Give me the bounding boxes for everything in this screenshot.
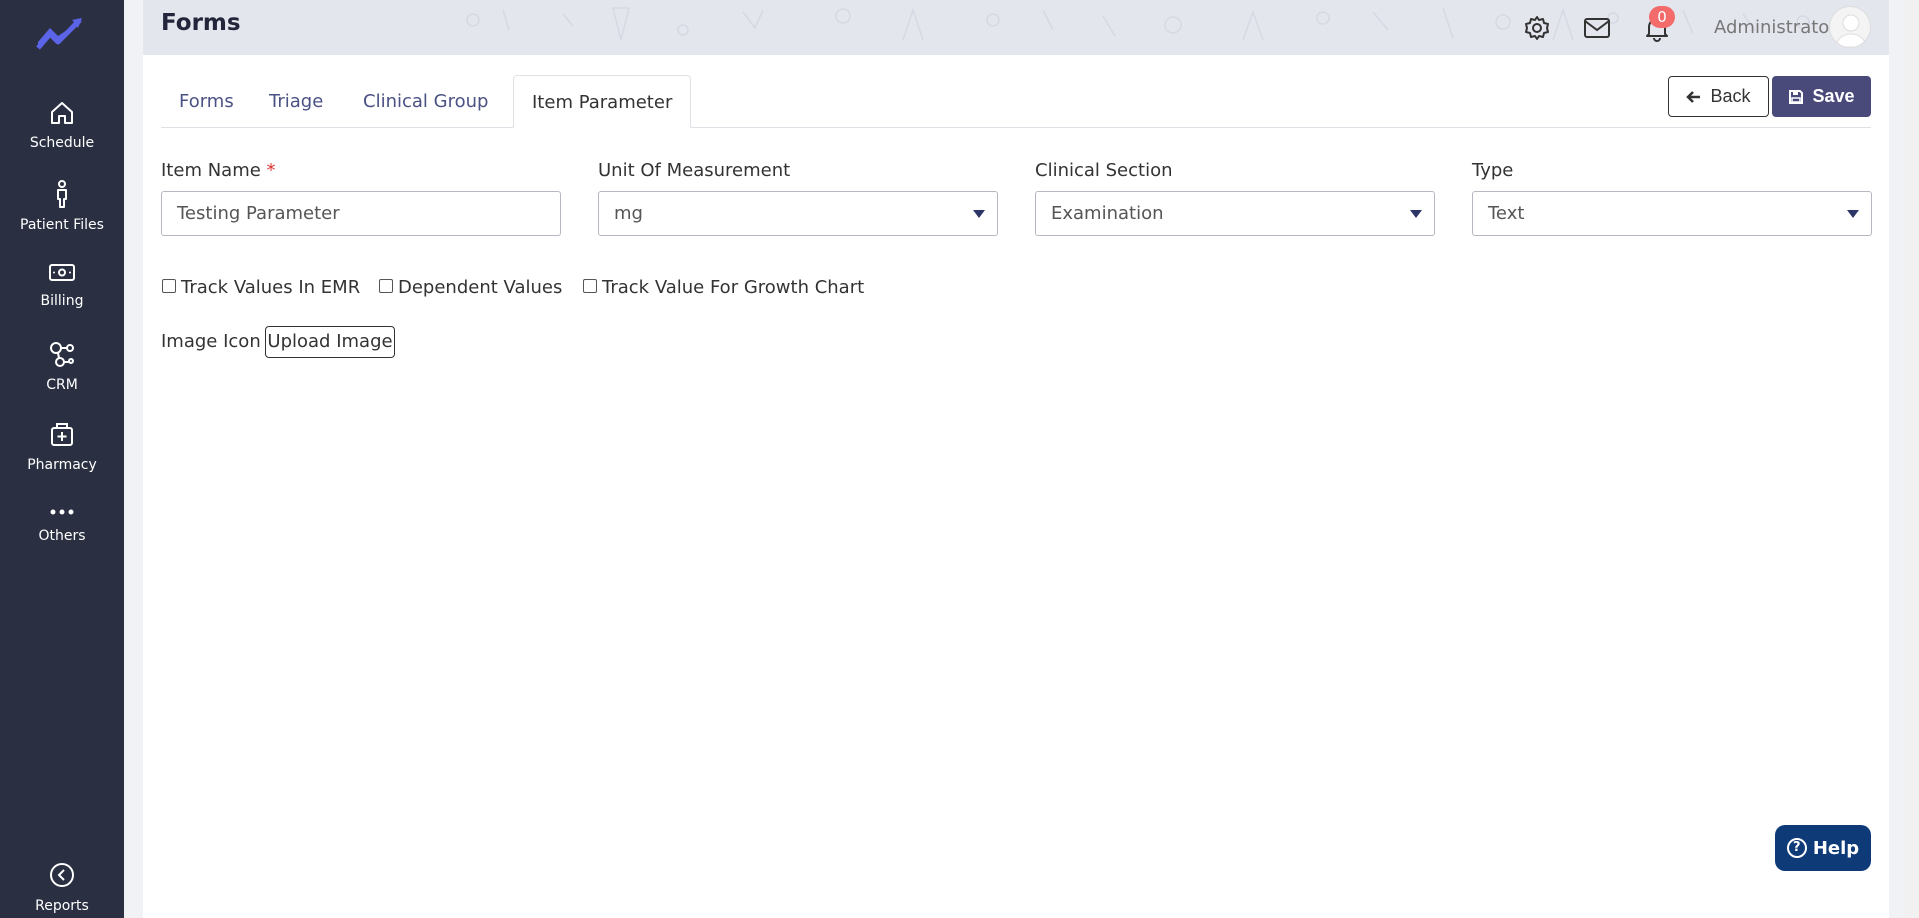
sidebar-item-pharmacy[interactable]: Pharmacy (0, 420, 124, 473)
sidebar-item-label: Patient Files (20, 217, 104, 233)
clinical-section-label: Clinical Section (1035, 160, 1173, 181)
gear-icon[interactable] (1523, 14, 1551, 42)
home-icon (51, 102, 73, 124)
clinical-section-value: Examination (1051, 203, 1164, 224)
dots-icon (50, 509, 74, 515)
back-button-label: Back (1710, 86, 1751, 106)
sidebar-item-label: Schedule (29, 135, 95, 151)
checkbox-label: Dependent Values (398, 277, 563, 298)
chevron-down-icon (973, 210, 985, 218)
checkbox-box[interactable] (379, 278, 393, 293)
money-icon (49, 264, 75, 281)
type-value: Text (1488, 203, 1525, 224)
arrow-left-icon (1686, 90, 1701, 103)
item-name-label-text: Item Name (161, 160, 261, 181)
pharmacy-icon (51, 423, 73, 446)
back-button[interactable]: Back (1668, 76, 1769, 117)
type-select[interactable]: Text (1472, 191, 1872, 236)
save-button-label: Save (1812, 86, 1855, 106)
sidebar-item-crm[interactable]: CRM (0, 340, 124, 393)
floppy-disk-icon (1789, 89, 1804, 104)
top-bar: Forms 0 Administrator (143, 0, 1889, 55)
network-icon (50, 342, 74, 367)
sidebar-item-label: Others (38, 528, 86, 544)
checkbox-label: Track Value For Growth Chart (602, 277, 865, 298)
main-panel: Forms 0 Administrator Forms Triage Clini… (143, 0, 1889, 918)
chevron-left-circle-icon (50, 863, 74, 887)
sidebar-item-schedule[interactable]: Schedule (0, 100, 124, 151)
user-avatar-icon (1835, 14, 1867, 47)
mail-icon[interactable] (1583, 14, 1611, 42)
chevron-down-icon (1410, 210, 1422, 218)
unit-of-measurement-label: Unit Of Measurement (598, 160, 791, 181)
sidebar-item-label: Reports (35, 898, 89, 914)
track-values-emr-checkbox[interactable]: Track Values In EMR (162, 277, 360, 298)
sidebar-item-reports[interactable]: Reports (0, 861, 124, 914)
sidebar-item-label: Pharmacy (27, 457, 97, 473)
scrollbar[interactable] (1903, 0, 1919, 918)
sidebar-item-patient-files[interactable]: Patient Files (0, 180, 124, 233)
item-name-input[interactable]: Testing Parameter (161, 191, 561, 236)
save-button[interactable]: Save (1772, 76, 1871, 117)
checkbox-box[interactable] (583, 278, 597, 293)
chevron-down-icon (1847, 210, 1859, 218)
notification-badge: 0 (1649, 6, 1675, 28)
tab-forms[interactable]: Forms (161, 75, 252, 128)
help-button-label: Help (1812, 837, 1860, 859)
image-icon-label: Image Icon (161, 331, 261, 352)
avatar[interactable] (1829, 6, 1871, 48)
track-growth-chart-checkbox[interactable]: Track Value For Growth Chart (583, 277, 864, 298)
question-icon: ? (1786, 838, 1807, 858)
tab-item-parameter[interactable]: Item Parameter (513, 75, 692, 128)
upload-image-button[interactable]: Upload Image (265, 326, 395, 358)
sidebar-item-others[interactable]: Others (0, 505, 124, 544)
sidebar: Schedule Patient Files Billing CRM Pharm… (0, 0, 124, 918)
person-icon (57, 180, 67, 208)
unit-of-measurement-select[interactable]: mg (598, 191, 998, 236)
user-name[interactable]: Administrator (1714, 17, 1837, 38)
tab-triage[interactable]: Triage (251, 75, 341, 128)
app-logo-icon[interactable] (36, 14, 86, 54)
sidebar-item-billing[interactable]: Billing (0, 262, 124, 309)
tab-bar: Forms Triage Clinical Group Item Paramet… (161, 75, 1871, 128)
sidebar-item-label: CRM (46, 377, 78, 393)
help-button[interactable]: ? Help (1775, 825, 1871, 871)
unit-of-measurement-value: mg (614, 203, 643, 224)
tab-clinical-group[interactable]: Clinical Group (345, 75, 506, 128)
sidebar-item-label: Billing (40, 293, 84, 309)
type-label: Type (1472, 160, 1514, 181)
page-title: Forms (161, 10, 241, 36)
checkbox-box[interactable] (162, 278, 176, 293)
celebration-pattern-icon (466, 7, 1810, 41)
required-marker: * (266, 160, 276, 181)
item-name-label: Item Name * (161, 160, 276, 181)
checkbox-label: Track Values In EMR (181, 277, 361, 298)
clinical-section-select[interactable]: Examination (1035, 191, 1435, 236)
dependent-values-checkbox[interactable]: Dependent Values (379, 277, 562, 298)
